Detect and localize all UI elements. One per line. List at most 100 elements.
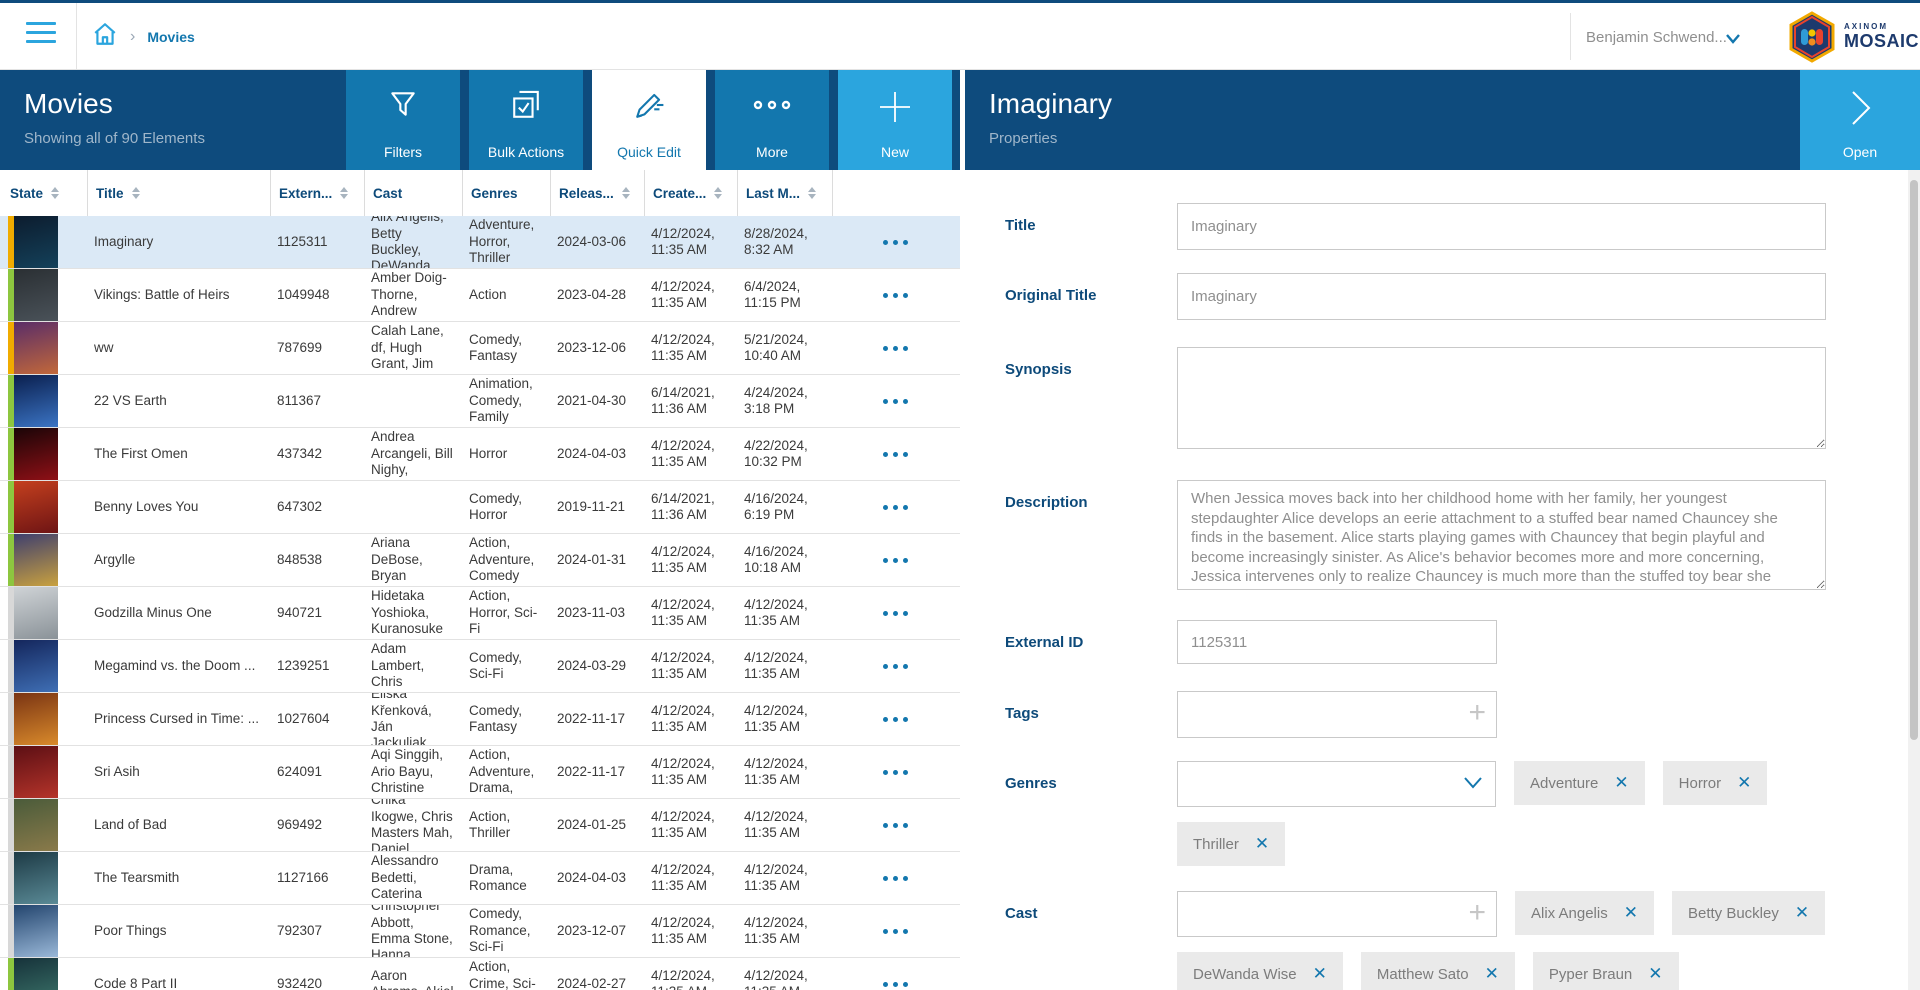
remove-chip-icon[interactable]: ✕ [1737,773,1751,793]
remove-chip-icon[interactable]: ✕ [1313,964,1327,984]
external-id-field[interactable] [1177,620,1497,664]
cell-last-modified: 4/16/2024, 6:19 PM [738,481,833,533]
row-actions-button[interactable] [833,428,960,480]
poster-thumbnail [14,534,58,586]
cell-last-modified: 4/22/2024, 10:32 PM [738,428,833,480]
original-title-field[interactable] [1177,273,1826,320]
row-actions-button[interactable] [833,905,960,957]
ellipsis-icon [883,929,908,934]
filters-button[interactable]: Filters [346,70,460,170]
table-row[interactable]: Argylle 848538 Ariana DeBose, Bryan Acti… [0,534,960,587]
column-header-releas-[interactable]: Releas... [551,170,645,216]
column-header-extern-[interactable]: Extern... [271,170,365,216]
table-row[interactable]: The Tearsmith 1127166 Alessandro Bedetti… [0,852,960,905]
chip: Adventure✕ [1514,761,1645,805]
genres-select[interactable] [1177,761,1496,807]
row-actions-button[interactable] [833,799,960,851]
cell-last-modified: 4/16/2024, 10:18 AM [738,534,833,586]
description-field[interactable]: When Jessica moves back into her childho… [1177,480,1826,590]
column-header-last-m-[interactable]: Last M... [738,170,833,216]
cell-genres: Action, Adventure, Drama, [463,746,551,798]
poster-thumbnail [14,852,58,904]
column-header-create-[interactable]: Create... [645,170,738,216]
row-actions-button[interactable] [833,322,960,374]
remove-chip-icon[interactable]: ✕ [1614,773,1628,793]
table-row[interactable]: Megamind vs. the Doom ... 1239251 Adam L… [0,640,960,693]
row-actions-button[interactable] [833,534,960,586]
breadcrumb-current[interactable]: Movies [147,29,194,45]
sort-icon[interactable] [714,187,722,199]
table-row[interactable]: ww 787699 Calah Lane, df, Hugh Grant, Ji… [0,322,960,375]
poster-thumbnail [14,481,58,533]
scrollbar-thumb[interactable] [1910,180,1918,740]
home-icon[interactable] [92,21,118,52]
row-actions-button[interactable] [833,587,960,639]
table-row[interactable]: Code 8 Part II 932420 Aaron Abrams, Akie… [0,958,960,990]
cell-genres: Action, Crime, Sci-Fi [463,958,551,990]
synopsis-field[interactable] [1177,347,1826,449]
table-row[interactable]: 22 VS Earth 811367 Animation, Comedy, Fa… [0,375,960,428]
table-row[interactable]: The First Omen 437342 Andrea Arcangeli, … [0,428,960,481]
ellipsis-icon [883,611,908,616]
open-button[interactable]: Open [1800,70,1920,170]
column-header-genres: Genres [463,170,551,216]
chip-label: DeWanda Wise [1193,966,1297,983]
table-row[interactable]: Princess Cursed in Time: ... 1027604 Eli… [0,693,960,746]
column-header-state[interactable]: State [0,170,88,216]
more-button[interactable]: More [715,70,829,170]
row-actions-button[interactable] [833,746,960,798]
user-menu-label[interactable]: Benjamin Schwend... [1586,29,1727,46]
plus-icon[interactable]: + [1468,896,1486,930]
sort-icon[interactable] [132,187,140,199]
row-actions-button[interactable] [833,958,960,990]
plus-icon[interactable]: + [1468,696,1486,730]
row-actions-button[interactable] [833,852,960,904]
poster-thumbnail [14,693,58,745]
sort-icon[interactable] [51,187,59,199]
sort-icon[interactable] [340,187,348,199]
table-row[interactable]: Poor Things 792307 Christopher Abbott, E… [0,905,960,958]
row-actions-button[interactable] [833,216,960,268]
row-actions-button[interactable] [833,640,960,692]
row-actions-button[interactable] [833,693,960,745]
chevron-down-icon[interactable] [1725,32,1741,50]
sort-icon[interactable] [622,187,630,199]
original-title-field-label: Original Title [1005,273,1177,320]
table-row[interactable]: Godzilla Minus One 940721 Hidetaka Yoshi… [0,587,960,640]
row-actions-button[interactable] [833,375,960,427]
brand-name-bottom: MOSAIC [1844,31,1919,52]
column-header-title[interactable]: Title [88,170,271,216]
cell-state [0,799,88,851]
table-row[interactable]: Benny Loves You 647302 Comedy, Horror 20… [0,481,960,534]
title-field[interactable] [1177,203,1826,250]
tags-field[interactable]: + [1177,691,1497,738]
table-row[interactable]: Sri Asih 624091 Aqi Singgih, Ario Bayu, … [0,746,960,799]
remove-chip-icon[interactable]: ✕ [1485,964,1499,984]
remove-chip-icon[interactable]: ✕ [1624,903,1638,923]
cell-external-id: 1027604 [271,693,365,745]
table-row[interactable]: Land of Bad 969492 Chika Ikogwe, Chris M… [0,799,960,852]
remove-chip-icon[interactable]: ✕ [1795,903,1809,923]
bulk-actions-button[interactable]: Bulk Actions [469,70,583,170]
sort-icon[interactable] [808,187,816,199]
remove-chip-icon[interactable]: ✕ [1255,834,1269,854]
poster-thumbnail [14,322,58,374]
cell-created: 4/12/2024, 11:35 AM [645,799,738,851]
scrollbar[interactable] [1908,170,1920,990]
row-actions-button[interactable] [833,481,960,533]
table-row[interactable]: Vikings: Battle of Heirs 1049948 Amber D… [0,269,960,322]
cell-released: 2024-04-03 [551,852,645,904]
new-button[interactable]: New [838,70,952,170]
cell-released: 2024-03-29 [551,640,645,692]
detail-panel-header: Imaginary Properties Open [965,70,1920,170]
cell-genres: Drama, Romance [463,852,551,904]
cell-created: 4/12/2024, 11:35 AM [645,428,738,480]
cast-add-field[interactable]: + [1177,891,1497,937]
hamburger-menu-icon[interactable] [26,22,56,46]
chevron-down-icon [1463,776,1483,790]
remove-chip-icon[interactable]: ✕ [1648,964,1662,984]
chip-label: Horror [1679,775,1722,792]
table-row[interactable]: Imaginary 1125311 Alix Angelis, Betty Bu… [0,216,960,269]
row-actions-button[interactable] [833,269,960,321]
quick-edit-button[interactable]: Quick Edit [592,70,706,170]
